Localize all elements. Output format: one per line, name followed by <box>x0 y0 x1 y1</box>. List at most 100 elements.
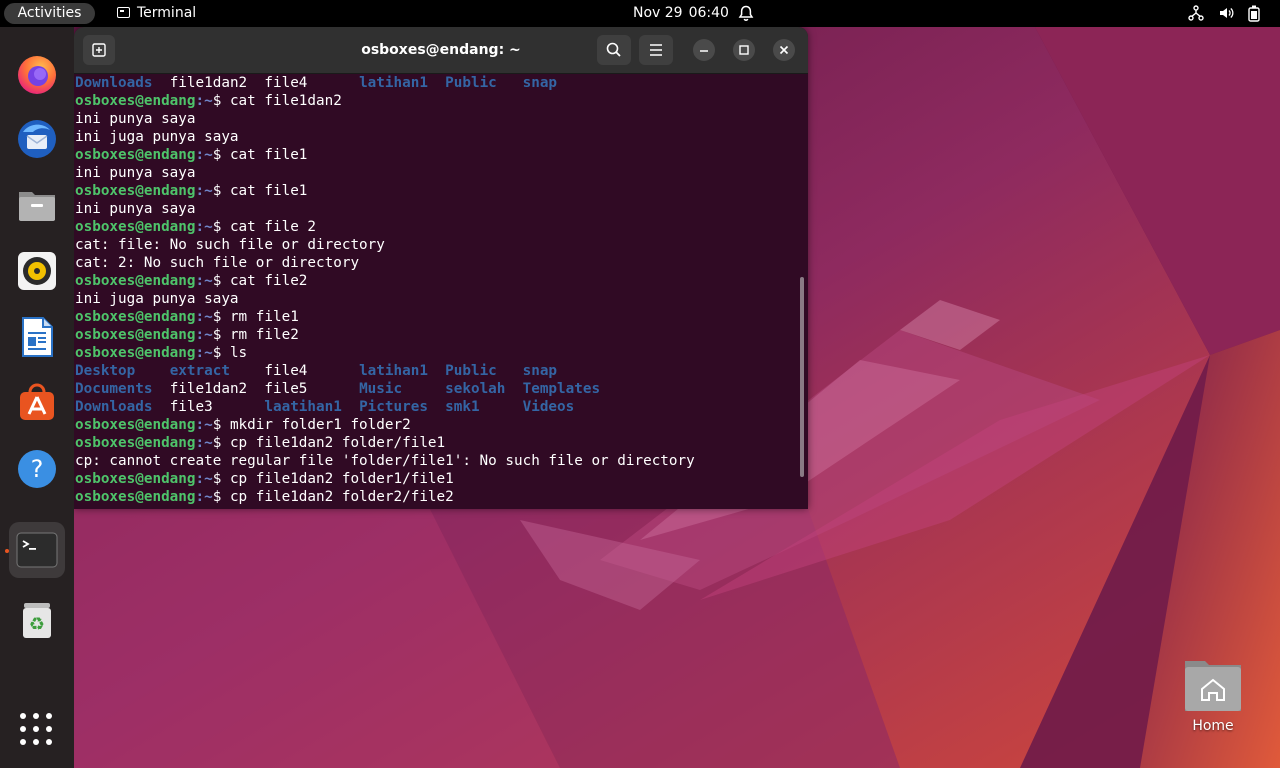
command-text: $ cat file1 <box>212 183 308 199</box>
prompt-path: :~ <box>195 147 213 163</box>
rhythmbox-icon <box>18 252 56 290</box>
terminal-icon <box>16 532 58 568</box>
terminal-output-line: cat: 2: No such file or directory <box>75 255 360 271</box>
prompt-user: osboxes@endang <box>75 327 196 343</box>
prompt-user: osboxes@endang <box>75 489 196 505</box>
ls-directory-entry: Public <box>445 363 523 379</box>
battery-icon <box>1248 5 1260 26</box>
ls-directory-entry: latihan1 <box>359 363 446 379</box>
dock-libreoffice-writer[interactable] <box>9 309 65 365</box>
terminal-output-line: ini punya saya <box>75 165 196 181</box>
activities-button[interactable]: Activities <box>4 3 95 24</box>
terminal-command-line: osboxes@endang:~$ cat file1dan2 <box>75 92 795 110</box>
ls-directory-entry: snap <box>522 75 558 91</box>
terminal-output-line: ini punya saya <box>75 201 196 217</box>
minimize-icon <box>700 50 708 52</box>
clock-date: Nov 29 <box>633 5 683 21</box>
prompt-path: :~ <box>195 219 213 235</box>
dock-app-center[interactable] <box>9 375 65 431</box>
prompt-user: osboxes@endang <box>75 471 196 487</box>
dock-help[interactable]: ? <box>9 441 65 497</box>
ls-directory-entry: Downloads <box>75 75 170 91</box>
terminal-scrollbar[interactable] <box>800 277 804 477</box>
show-apps-icon[interactable] <box>20 713 52 745</box>
prompt-user: osboxes@endang <box>75 147 196 163</box>
app-center-icon <box>20 383 54 420</box>
running-indicator <box>5 549 9 553</box>
thunderbird-icon <box>18 120 56 158</box>
dock-terminal[interactable] <box>9 522 65 578</box>
top-bar: Activities Terminal Nov 29 06:40 <box>0 0 1280 27</box>
terminal-command-line: osboxes@endang:~$ ls <box>75 344 795 362</box>
prompt-path: :~ <box>195 93 213 109</box>
help-icon: ? <box>18 450 56 488</box>
terminal-command-line: osboxes@endang:~$ cat file2 <box>75 272 795 290</box>
command-text: $ cat file1 <box>212 147 308 163</box>
terminal-output-line: ini punya saya <box>75 111 196 127</box>
app-menu-terminal[interactable]: Terminal <box>117 0 196 27</box>
svg-text:♻: ♻ <box>29 614 45 635</box>
ls-directory-entry: Documents <box>75 381 170 397</box>
home-folder-label[interactable]: Home <box>1173 718 1253 734</box>
search-button[interactable] <box>597 35 631 65</box>
dock-firefox[interactable] <box>9 46 65 102</box>
ls-file-entry: file1dan2 <box>169 381 265 397</box>
ls-directory-entry: Templates <box>522 381 601 397</box>
command-text: $ rm file2 <box>212 327 299 343</box>
home-folder-icon[interactable] <box>1183 655 1243 713</box>
terminal-command-line: osboxes@endang:~$ cp file1dan2 folder1/f… <box>75 470 795 488</box>
close-button[interactable] <box>773 39 795 61</box>
libreoffice-writer-icon <box>22 317 53 357</box>
ls-directory-entry: snap <box>522 363 558 379</box>
ls-file-entry: file1dan2 <box>169 75 265 91</box>
terminal-titlebar[interactable]: osboxes@endang: ~ <box>74 27 808 74</box>
ls-directory-entry: sekolah <box>445 381 523 397</box>
prompt-path: :~ <box>195 183 213 199</box>
prompt-path: :~ <box>195 345 213 361</box>
terminal-command-line: osboxes@endang:~$ cat file1 <box>75 182 795 200</box>
ls-directory-entry: Downloads <box>75 399 170 415</box>
dock-rhythmbox[interactable] <box>9 243 65 299</box>
ls-directory-entry: extract <box>169 363 265 379</box>
terminal-command-line: osboxes@endang:~$ cat file 2 <box>75 218 795 236</box>
prompt-user: osboxes@endang <box>75 345 196 361</box>
dock-files[interactable] <box>9 177 65 233</box>
terminal-output[interactable]: Downloads file1dan2 file4 latihan1 Publi… <box>75 74 795 509</box>
command-text: $ cat file 2 <box>212 219 317 235</box>
clock-time: 06:40 <box>688 5 729 21</box>
ls-file-entry: file4 <box>264 363 360 379</box>
ls-directory-entry: Music <box>359 381 446 397</box>
ls-directory-entry: latihan1 <box>359 75 446 91</box>
terminal-command-line: osboxes@endang:~$ mkdir folder1 folder2 <box>75 416 795 434</box>
terminal-output-line: cat: file: No such file or directory <box>75 237 385 253</box>
terminal-command-line: osboxes@endang:~$ rm file2 <box>75 326 795 344</box>
ls-directory-entry: Pictures <box>359 399 446 415</box>
command-text: $ cp file1dan2 folder1/file1 <box>212 471 454 487</box>
terminal-command-line: osboxes@endang:~$ cp file1dan2 folder2/f… <box>75 488 795 506</box>
notification-bell-icon[interactable] <box>738 5 754 26</box>
terminal-command-line: osboxes@endang:~$ cat file1 <box>75 146 795 164</box>
command-text: $ mkdir folder1 folder2 <box>212 417 411 433</box>
ls-directory-entry: smk1 <box>445 399 523 415</box>
command-text: $ cat file2 <box>212 273 308 289</box>
ls-directory-entry: Desktop <box>75 363 170 379</box>
terminal-window[interactable]: osboxes@endang: ~ Downloads file1dan2 fi… <box>74 27 808 509</box>
maximize-icon <box>739 45 749 55</box>
ls-output-row: Downloads file3 laatihan1 Pictures smk1 … <box>75 398 795 416</box>
minimize-button[interactable] <box>693 39 715 61</box>
dock-trash[interactable]: ♻ <box>9 592 65 648</box>
prompt-user: osboxes@endang <box>75 309 196 325</box>
maximize-button[interactable] <box>733 39 755 61</box>
menu-button[interactable] <box>639 35 673 65</box>
dock-thunderbird[interactable] <box>9 111 65 167</box>
close-icon <box>779 45 789 55</box>
terminal-small-icon <box>117 7 130 18</box>
app-menu-label: Terminal <box>137 5 197 21</box>
command-text: $ cp file1dan2 folder/file1 <box>212 435 446 451</box>
network-icon <box>1188 5 1204 25</box>
hamburger-icon <box>650 44 662 56</box>
terminal-output-line: ini juga punya saya <box>75 291 239 307</box>
command-text: $ cat file1dan2 <box>212 93 342 109</box>
ls-file-entry: file4 <box>264 75 360 91</box>
clock[interactable]: Nov 29 06:40 <box>633 0 735 27</box>
